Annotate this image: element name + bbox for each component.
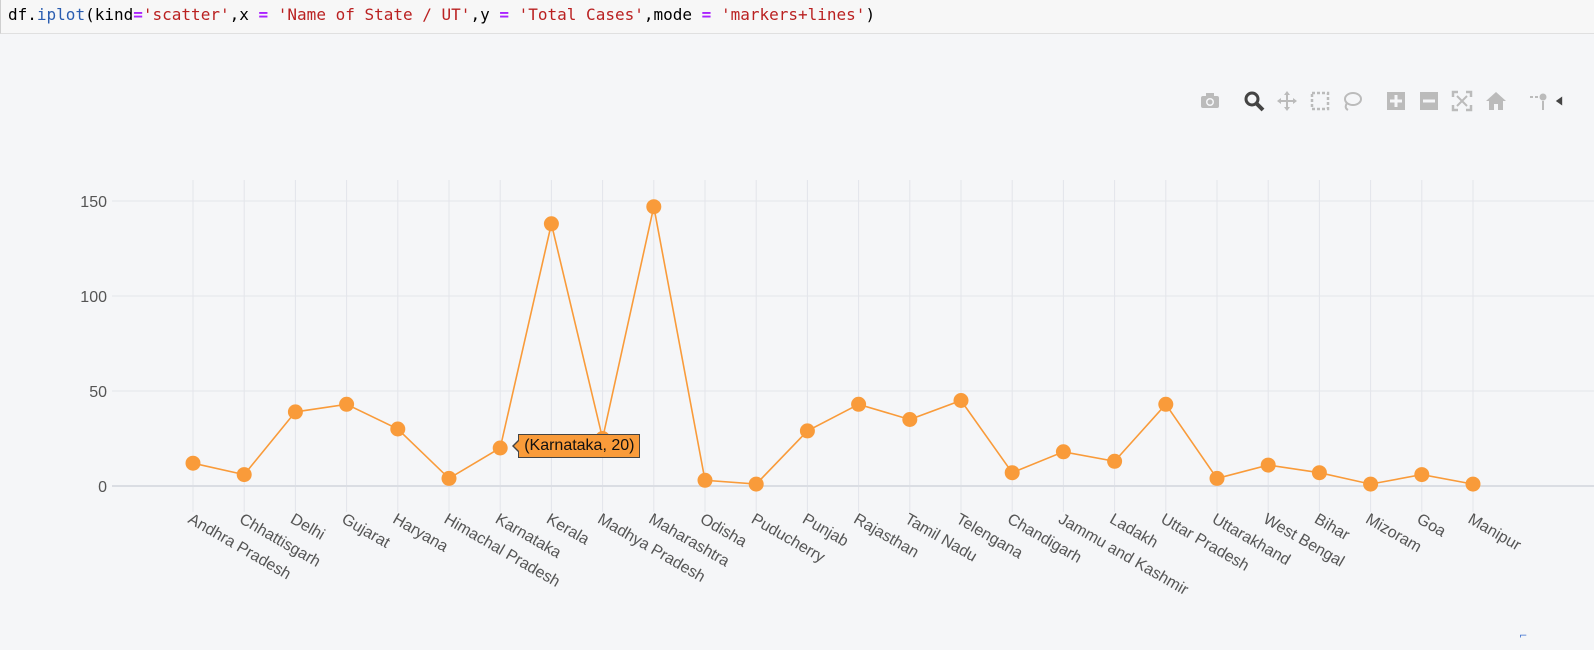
data-point — [1055, 444, 1071, 460]
data-point — [441, 470, 457, 486]
data-point — [1363, 476, 1379, 492]
data-point — [902, 412, 918, 427]
y-tick-label: 0 — [98, 479, 107, 496]
y-tick-label: 150 — [80, 194, 107, 211]
reset-axes-icon[interactable] — [1483, 88, 1509, 114]
data-point — [339, 396, 355, 412]
data-point — [1465, 476, 1481, 492]
data-point — [236, 467, 252, 483]
plot-area[interactable]: 050100150Andhra PradeshChhattisgarhDelhi… — [0, 42, 1594, 650]
data-point — [287, 404, 303, 420]
data-point — [1107, 453, 1123, 469]
code-token-eq: = — [133, 5, 143, 24]
data-point — [697, 472, 713, 488]
data-point — [748, 476, 764, 492]
data-point — [1158, 396, 1174, 412]
code-string-x: 'Name of State / UT' — [277, 5, 471, 24]
x-tick-label: Uttar Pradesh — [1158, 511, 1252, 575]
data-point — [646, 199, 662, 215]
zoom-out-icon[interactable] — [1416, 88, 1442, 114]
code-token-df: df. — [8, 5, 37, 24]
code-token-method: iplot — [36, 5, 86, 24]
code-string-mode: 'markers+lines' — [720, 5, 866, 24]
corner-mark: ⌐ — [1519, 631, 1528, 642]
series-line — [192, 206, 1474, 485]
autoscale-icon[interactable] — [1449, 88, 1475, 114]
y-tick-label: 50 — [89, 384, 107, 401]
code-line[interactable]: df.iplot(kind='scatter',x = 'Name of Sta… — [8, 5, 875, 24]
code-token-y: ,y — [470, 5, 500, 24]
x-tick-label: Goa — [1414, 511, 1449, 541]
collapse-arrow-icon[interactable] — [1552, 88, 1566, 114]
camera-icon[interactable] — [1197, 88, 1223, 114]
code-token-eq: = — [258, 5, 269, 24]
data-point — [390, 421, 406, 437]
code-string-y: 'Total Cases' — [518, 5, 644, 24]
code-token-close: ) — [865, 5, 876, 24]
data-point — [543, 216, 559, 232]
data-point — [1209, 470, 1225, 486]
code-token-eq: = — [499, 5, 509, 24]
code-string-kind: 'scatter' — [142, 5, 230, 24]
x-tick-label: Mizoram — [1363, 511, 1425, 556]
data-point — [492, 440, 508, 456]
code-token-kind: (kind — [85, 5, 134, 24]
zoom-icon[interactable] — [1241, 88, 1267, 114]
code-token-eq: = — [701, 5, 712, 24]
data-point — [185, 455, 201, 471]
y-tick-label: 100 — [80, 289, 107, 306]
pan-icon[interactable] — [1274, 88, 1300, 114]
lasso-select-icon[interactable] — [1339, 88, 1365, 114]
spike-lines-icon[interactable] — [1525, 88, 1551, 114]
box-select-icon[interactable] — [1307, 88, 1333, 114]
data-point — [1260, 457, 1276, 473]
data-point — [1004, 465, 1020, 481]
data-point — [1311, 465, 1327, 481]
plot-output: 0 50 100 150 Andhra Pradesh Chhattisgarh Delhi… — [0, 42, 1594, 650]
hover-tooltip: (Karnataka, 20) — [512, 434, 641, 458]
x-tick-label: Manipur — [1465, 511, 1524, 555]
data-point — [799, 423, 815, 439]
data-point — [1414, 467, 1430, 483]
code-token-x: ,x — [229, 5, 259, 24]
x-tick-label: Haryana — [390, 511, 451, 556]
data-point — [851, 396, 867, 412]
code-token-mode: ,mode — [643, 5, 702, 24]
data-point — [953, 393, 969, 408]
code-cell[interactable]: df.iplot(kind='scatter',x = 'Name of Sta… — [0, 0, 1594, 34]
zoom-in-icon[interactable] — [1383, 88, 1409, 114]
x-tick-label: Gujarat — [339, 511, 393, 552]
